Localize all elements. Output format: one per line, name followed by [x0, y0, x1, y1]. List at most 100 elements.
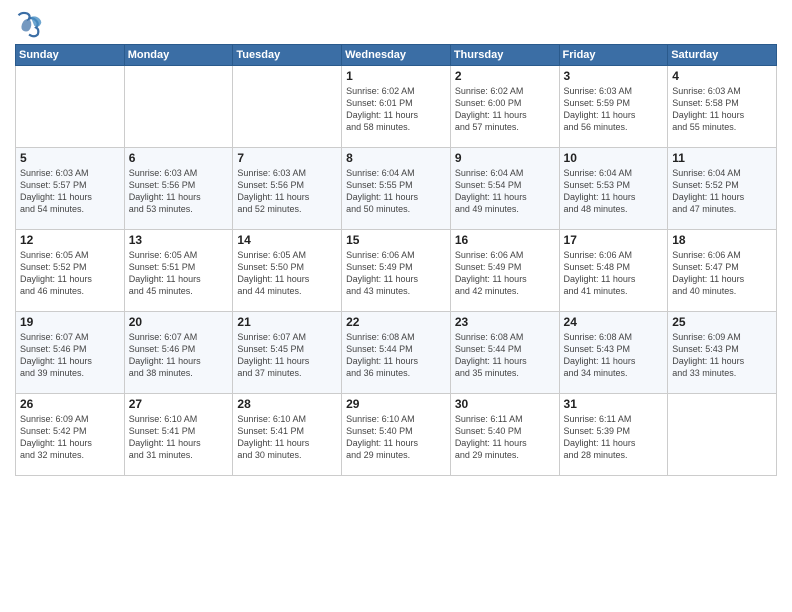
week-row-1: 1 Sunrise: 6:02 AM Sunset: 6:01 PM Daylig… — [16, 66, 777, 148]
day-cell: 6 Sunrise: 6:03 AM Sunset: 5:56 PM Daylig… — [124, 148, 233, 230]
day-cell: 13Sunrise: 6:05 AM Sunset: 5:51 PM Dayli… — [124, 230, 233, 312]
day-info: Sunrise: 6:06 AM Sunset: 5:47 PM Dayligh… — [672, 249, 772, 298]
day-number: 27 — [129, 397, 229, 411]
day-number: 4 — [672, 69, 772, 83]
day-info: Sunrise: 6:07 AM Sunset: 5:46 PM Dayligh… — [20, 331, 120, 380]
day-number: 16 — [455, 233, 555, 247]
day-info: Sunrise: 6:06 AM Sunset: 5:49 PM Dayligh… — [455, 249, 555, 298]
day-info: Sunrise: 6:09 AM Sunset: 5:43 PM Dayligh… — [672, 331, 772, 380]
day-cell: 7Sunrise: 6:03 AM Sunset: 5:56 PM Daylig… — [233, 148, 342, 230]
day-number: 24 — [564, 315, 664, 329]
day-cell: 4 Sunrise: 6:03 AM Sunset: 5:58 PM Daylig… — [668, 66, 777, 148]
week-row-3: 12 Sunrise: 6:05 AM Sunset: 5:52 PM Dayli… — [16, 230, 777, 312]
weekday-header-tuesday: Tuesday — [233, 45, 342, 66]
day-cell: 17 Sunrise: 6:06 AM Sunset: 5:48 PM Dayli… — [559, 230, 668, 312]
day-cell: 8Sunrise: 6:04 AM Sunset: 5:55 PM Daylig… — [342, 148, 451, 230]
day-info: Sunrise: 6:03 AM Sunset: 5:59 PM Dayligh… — [564, 85, 664, 134]
day-info: Sunrise: 6:07 AM Sunset: 5:45 PM Dayligh… — [237, 331, 337, 380]
day-cell: 21 Sunrise: 6:07 AM Sunset: 5:45 PM Dayli… — [233, 312, 342, 394]
day-info: Sunrise: 6:02 AM Sunset: 6:00 PM Dayligh… — [455, 85, 555, 134]
day-number: 15 — [346, 233, 446, 247]
day-number: 25 — [672, 315, 772, 329]
calendar: SundayMondayTuesdayWednesdayThursdayFrid… — [15, 44, 777, 476]
day-cell: 12 Sunrise: 6:05 AM Sunset: 5:52 PM Dayli… — [16, 230, 125, 312]
day-cell: 25 Sunrise: 6:09 AM Sunset: 5:43 PM Dayli… — [668, 312, 777, 394]
day-number: 18 — [672, 233, 772, 247]
day-info: Sunrise: 6:03 AM Sunset: 5:57 PM Dayligh… — [20, 167, 120, 216]
day-cell: 2Sunrise: 6:02 AM Sunset: 6:00 PM Daylig… — [450, 66, 559, 148]
day-info: Sunrise: 6:07 AM Sunset: 5:46 PM Dayligh… — [129, 331, 229, 380]
day-cell: 1 Sunrise: 6:02 AM Sunset: 6:01 PM Daylig… — [342, 66, 451, 148]
day-info: Sunrise: 6:04 AM Sunset: 5:53 PM Dayligh… — [564, 167, 664, 216]
day-info: Sunrise: 6:08 AM Sunset: 5:44 PM Dayligh… — [346, 331, 446, 380]
day-cell: 3 Sunrise: 6:03 AM Sunset: 5:59 PM Daylig… — [559, 66, 668, 148]
day-info: Sunrise: 6:04 AM Sunset: 5:54 PM Dayligh… — [455, 167, 555, 216]
day-cell — [124, 66, 233, 148]
day-cell — [668, 394, 777, 476]
day-number: 21 — [237, 315, 337, 329]
day-number: 11 — [672, 151, 772, 165]
logo — [15, 10, 47, 38]
day-cell: 30Sunrise: 6:11 AM Sunset: 5:40 PM Dayli… — [450, 394, 559, 476]
day-info: Sunrise: 6:08 AM Sunset: 5:43 PM Dayligh… — [564, 331, 664, 380]
day-cell: 24 Sunrise: 6:08 AM Sunset: 5:43 PM Dayli… — [559, 312, 668, 394]
day-number: 10 — [564, 151, 664, 165]
day-cell: 28 Sunrise: 6:10 AM Sunset: 5:41 PM Dayli… — [233, 394, 342, 476]
day-cell: 23 Sunrise: 6:08 AM Sunset: 5:44 PM Dayli… — [450, 312, 559, 394]
day-number: 14 — [237, 233, 337, 247]
day-info: Sunrise: 6:04 AM Sunset: 5:52 PM Dayligh… — [672, 167, 772, 216]
day-number: 26 — [20, 397, 120, 411]
weekday-header-row: SundayMondayTuesdayWednesdayThursdayFrid… — [16, 45, 777, 66]
day-cell — [233, 66, 342, 148]
day-number: 6 — [129, 151, 229, 165]
day-info: Sunrise: 6:10 AM Sunset: 5:41 PM Dayligh… — [129, 413, 229, 462]
day-cell: 15Sunrise: 6:06 AM Sunset: 5:49 PM Dayli… — [342, 230, 451, 312]
day-cell — [16, 66, 125, 148]
day-cell: 18 Sunrise: 6:06 AM Sunset: 5:47 PM Dayli… — [668, 230, 777, 312]
day-number: 29 — [346, 397, 446, 411]
day-number: 5 — [20, 151, 120, 165]
day-cell: 22 Sunrise: 6:08 AM Sunset: 5:44 PM Dayli… — [342, 312, 451, 394]
day-number: 22 — [346, 315, 446, 329]
weekday-header-saturday: Saturday — [668, 45, 777, 66]
day-cell: 11 Sunrise: 6:04 AM Sunset: 5:52 PM Dayli… — [668, 148, 777, 230]
day-info: Sunrise: 6:04 AM Sunset: 5:55 PM Dayligh… — [346, 167, 446, 216]
day-cell: 26 Sunrise: 6:09 AM Sunset: 5:42 PM Dayli… — [16, 394, 125, 476]
day-info: Sunrise: 6:03 AM Sunset: 5:58 PM Dayligh… — [672, 85, 772, 134]
day-number: 3 — [564, 69, 664, 83]
header — [15, 10, 777, 38]
week-row-2: 5 Sunrise: 6:03 AM Sunset: 5:57 PM Daylig… — [16, 148, 777, 230]
day-cell: 20 Sunrise: 6:07 AM Sunset: 5:46 PM Dayli… — [124, 312, 233, 394]
day-cell: 29 Sunrise: 6:10 AM Sunset: 5:40 PM Dayli… — [342, 394, 451, 476]
day-info: Sunrise: 6:09 AM Sunset: 5:42 PM Dayligh… — [20, 413, 120, 462]
day-info: Sunrise: 6:08 AM Sunset: 5:44 PM Dayligh… — [455, 331, 555, 380]
day-info: Sunrise: 6:10 AM Sunset: 5:41 PM Dayligh… — [237, 413, 337, 462]
day-info: Sunrise: 6:05 AM Sunset: 5:52 PM Dayligh… — [20, 249, 120, 298]
day-info: Sunrise: 6:03 AM Sunset: 5:56 PM Dayligh… — [129, 167, 229, 216]
weekday-header-thursday: Thursday — [450, 45, 559, 66]
day-cell: 31 Sunrise: 6:11 AM Sunset: 5:39 PM Dayli… — [559, 394, 668, 476]
day-info: Sunrise: 6:10 AM Sunset: 5:40 PM Dayligh… — [346, 413, 446, 462]
day-number: 1 — [346, 69, 446, 83]
weekday-header-monday: Monday — [124, 45, 233, 66]
day-number: 28 — [237, 397, 337, 411]
weekday-header-friday: Friday — [559, 45, 668, 66]
day-info: Sunrise: 6:06 AM Sunset: 5:48 PM Dayligh… — [564, 249, 664, 298]
day-number: 7 — [237, 151, 337, 165]
day-number: 17 — [564, 233, 664, 247]
day-info: Sunrise: 6:05 AM Sunset: 5:50 PM Dayligh… — [237, 249, 337, 298]
day-cell: 19 Sunrise: 6:07 AM Sunset: 5:46 PM Dayli… — [16, 312, 125, 394]
day-cell: 16 Sunrise: 6:06 AM Sunset: 5:49 PM Dayli… — [450, 230, 559, 312]
page: SundayMondayTuesdayWednesdayThursdayFrid… — [0, 0, 792, 486]
day-number: 20 — [129, 315, 229, 329]
day-number: 12 — [20, 233, 120, 247]
day-cell: 10 Sunrise: 6:04 AM Sunset: 5:53 PM Dayli… — [559, 148, 668, 230]
week-row-4: 19 Sunrise: 6:07 AM Sunset: 5:46 PM Dayli… — [16, 312, 777, 394]
day-number: 31 — [564, 397, 664, 411]
day-info: Sunrise: 6:11 AM Sunset: 5:40 PM Dayligh… — [455, 413, 555, 462]
day-info: Sunrise: 6:11 AM Sunset: 5:39 PM Dayligh… — [564, 413, 664, 462]
day-number: 23 — [455, 315, 555, 329]
day-number: 19 — [20, 315, 120, 329]
day-number: 9 — [455, 151, 555, 165]
day-info: Sunrise: 6:02 AM Sunset: 6:01 PM Dayligh… — [346, 85, 446, 134]
